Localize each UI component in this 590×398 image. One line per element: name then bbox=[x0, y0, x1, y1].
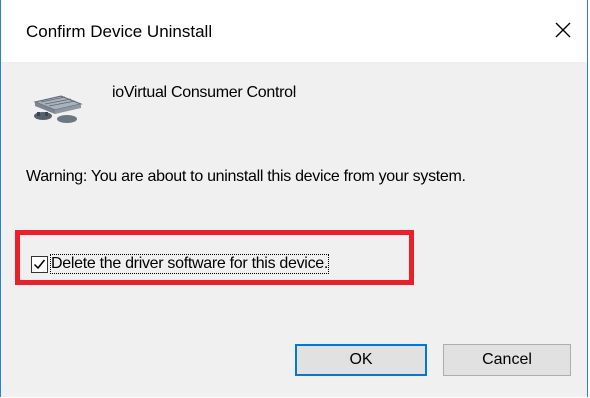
title-bar[interactable]: Confirm Device Uninstall bbox=[1, 0, 587, 62]
delete-driver-checkbox[interactable] bbox=[31, 255, 48, 273]
close-button[interactable] bbox=[541, 8, 585, 52]
confirm-uninstall-dialog: Confirm Device Uninstall ioVirtual Consu… bbox=[0, 0, 588, 397]
checkmark-icon bbox=[33, 259, 46, 269]
delete-driver-label[interactable]: Delete the driver software for this devi… bbox=[50, 254, 330, 274]
dialog-body: ioVirtual Consumer Control Warning: You … bbox=[1, 62, 587, 397]
delete-driver-checkbox-row[interactable]: Delete the driver software for this devi… bbox=[31, 253, 330, 275]
ok-button[interactable]: OK bbox=[295, 344, 427, 376]
warning-text: Warning: You are about to uninstall this… bbox=[26, 168, 466, 185]
device-name: ioVirtual Consumer Control bbox=[112, 84, 296, 101]
device-icon bbox=[33, 95, 83, 123]
dialog-title: Confirm Device Uninstall bbox=[26, 22, 213, 41]
close-icon bbox=[555, 22, 571, 38]
cancel-button[interactable]: Cancel bbox=[443, 344, 571, 376]
